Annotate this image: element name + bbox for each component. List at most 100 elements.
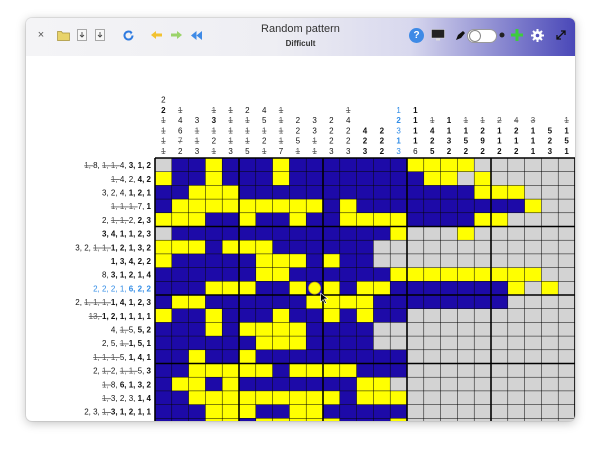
cell[interactable] bbox=[188, 158, 206, 172]
cell[interactable] bbox=[239, 390, 256, 405]
cell[interactable] bbox=[222, 253, 239, 268]
cell[interactable] bbox=[255, 171, 273, 186]
cell[interactable] bbox=[440, 308, 458, 323]
cell[interactable] bbox=[390, 240, 407, 254]
cell[interactable] bbox=[272, 240, 290, 254]
cell[interactable] bbox=[171, 322, 189, 337]
cell[interactable] bbox=[205, 212, 223, 227]
cell[interactable] bbox=[440, 158, 458, 172]
cell[interactable] bbox=[222, 377, 239, 391]
cell[interactable] bbox=[323, 212, 340, 227]
cell[interactable] bbox=[440, 322, 458, 337]
cell[interactable] bbox=[222, 418, 239, 421]
cell[interactable] bbox=[457, 199, 475, 213]
cell[interactable] bbox=[272, 418, 290, 421]
cell[interactable] bbox=[558, 185, 575, 200]
cell[interactable] bbox=[255, 390, 273, 405]
cell[interactable] bbox=[524, 281, 542, 295]
cell[interactable] bbox=[507, 404, 525, 419]
cell[interactable] bbox=[272, 390, 290, 405]
cell[interactable] bbox=[255, 295, 273, 309]
cell[interactable] bbox=[205, 404, 223, 419]
cell[interactable] bbox=[155, 240, 172, 254]
cell[interactable] bbox=[541, 418, 559, 421]
cell[interactable] bbox=[356, 404, 374, 419]
cell[interactable] bbox=[272, 185, 290, 200]
cell[interactable] bbox=[491, 240, 508, 254]
cell[interactable] bbox=[457, 212, 475, 227]
cell[interactable] bbox=[306, 322, 323, 337]
cell[interactable] bbox=[188, 267, 206, 282]
cell[interactable] bbox=[440, 349, 458, 364]
cell[interactable] bbox=[155, 212, 172, 227]
cell[interactable] bbox=[222, 281, 239, 295]
cell[interactable] bbox=[323, 390, 340, 405]
cell[interactable] bbox=[171, 267, 189, 282]
cell[interactable] bbox=[524, 212, 542, 227]
cell[interactable] bbox=[222, 295, 239, 309]
cell[interactable] bbox=[289, 390, 307, 405]
cell[interactable] bbox=[272, 363, 290, 378]
cell[interactable] bbox=[423, 253, 441, 268]
cell[interactable] bbox=[491, 322, 508, 337]
cell[interactable] bbox=[390, 212, 407, 227]
cell[interactable] bbox=[491, 336, 508, 350]
cell[interactable] bbox=[205, 336, 223, 350]
cell[interactable] bbox=[255, 253, 273, 268]
cell[interactable] bbox=[507, 171, 525, 186]
cell[interactable] bbox=[155, 185, 172, 200]
cell[interactable] bbox=[541, 322, 559, 337]
cell[interactable] bbox=[524, 377, 542, 391]
cell[interactable] bbox=[239, 253, 256, 268]
cell[interactable] bbox=[205, 390, 223, 405]
cell[interactable] bbox=[222, 199, 239, 213]
cell[interactable] bbox=[524, 363, 542, 378]
cell[interactable] bbox=[541, 404, 559, 419]
cell[interactable] bbox=[390, 377, 407, 391]
cell[interactable] bbox=[491, 363, 508, 378]
cell[interactable] bbox=[323, 158, 340, 172]
cell[interactable] bbox=[255, 158, 273, 172]
cell[interactable] bbox=[205, 185, 223, 200]
cell[interactable] bbox=[239, 418, 256, 421]
cell[interactable] bbox=[390, 404, 407, 419]
cell-grid[interactable] bbox=[155, 158, 575, 421]
cell[interactable] bbox=[289, 267, 307, 282]
cell[interactable] bbox=[440, 418, 458, 421]
cell[interactable] bbox=[507, 267, 525, 282]
cell[interactable] bbox=[507, 322, 525, 337]
cell[interactable] bbox=[289, 199, 307, 213]
cell[interactable] bbox=[423, 212, 441, 227]
cell[interactable] bbox=[390, 158, 407, 172]
cell[interactable] bbox=[507, 253, 525, 268]
cell[interactable] bbox=[558, 295, 575, 309]
cell[interactable] bbox=[339, 185, 357, 200]
cell[interactable] bbox=[289, 377, 307, 391]
cell[interactable] bbox=[423, 349, 441, 364]
cell[interactable] bbox=[239, 199, 256, 213]
cell[interactable] bbox=[239, 267, 256, 282]
cell[interactable] bbox=[171, 240, 189, 254]
cell[interactable] bbox=[491, 158, 508, 172]
cell[interactable] bbox=[558, 363, 575, 378]
cell[interactable] bbox=[306, 377, 323, 391]
cell[interactable] bbox=[155, 349, 172, 364]
cell[interactable] bbox=[491, 212, 508, 227]
cell[interactable] bbox=[541, 240, 559, 254]
cell[interactable] bbox=[205, 240, 223, 254]
cell[interactable] bbox=[373, 226, 391, 241]
cell[interactable] bbox=[491, 253, 508, 268]
cell[interactable] bbox=[491, 418, 508, 421]
cell[interactable] bbox=[239, 281, 256, 295]
cell[interactable] bbox=[356, 336, 374, 350]
cell[interactable] bbox=[356, 253, 374, 268]
cell[interactable] bbox=[524, 404, 542, 419]
cell[interactable] bbox=[171, 199, 189, 213]
cell[interactable] bbox=[440, 377, 458, 391]
cell[interactable] bbox=[289, 240, 307, 254]
cell[interactable] bbox=[272, 199, 290, 213]
cell[interactable] bbox=[171, 363, 189, 378]
cell[interactable] bbox=[339, 253, 357, 268]
cell[interactable] bbox=[356, 377, 374, 391]
cell[interactable] bbox=[423, 322, 441, 337]
